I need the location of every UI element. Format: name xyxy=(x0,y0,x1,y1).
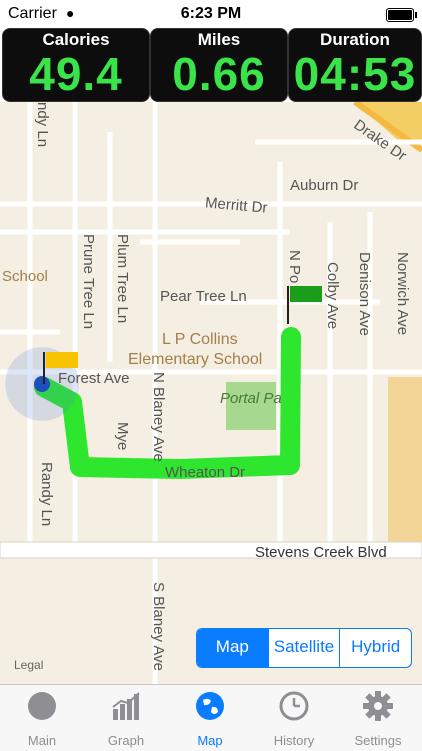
current-location-dot xyxy=(34,376,50,392)
tab-graph-label: Graph xyxy=(107,733,145,748)
street-plum-tree: Plum Tree Ln xyxy=(114,234,131,324)
finish-flag xyxy=(290,286,322,302)
street-prune-tree: Prune Tree Ln xyxy=(80,234,97,330)
graph-icon xyxy=(111,691,141,721)
street-forest: Forest Ave xyxy=(58,370,130,387)
school-left-label: School xyxy=(2,268,48,285)
tab-bar: Main Graph Map History Settings xyxy=(0,684,422,751)
map-type-map[interactable]: Map xyxy=(197,629,268,667)
street-colby: Colby Ave xyxy=(324,262,341,330)
tab-graph[interactable]: Graph xyxy=(84,685,168,751)
street-randy-top: ndy Ln xyxy=(34,102,51,148)
street-myers: Mye xyxy=(114,422,131,451)
street-norwich: Norwich Ave xyxy=(394,252,411,336)
clock-label: 6:23 PM xyxy=(180,5,242,22)
street-auburn: Auburn Dr xyxy=(290,177,359,194)
street-s-blaney: S Blaney Ave xyxy=(150,582,167,671)
clock-icon xyxy=(279,691,309,721)
duration-panel: Duration 04:53 xyxy=(288,28,422,102)
street-wheaton: Wheaton Dr xyxy=(165,464,246,481)
map-type-selector[interactable]: Map Satellite Hybrid xyxy=(196,628,412,668)
street-n-blaney: N Blaney Ave xyxy=(150,372,167,462)
map-type-hybrid[interactable]: Hybrid xyxy=(339,629,411,667)
map-canvas xyxy=(0,102,422,684)
globe-icon xyxy=(195,691,225,721)
street-n-po: N Po xyxy=(286,250,303,284)
map-view[interactable]: Drake Dr Auburn Dr Merritt Dr ndy Ln Pru… xyxy=(0,102,422,684)
tab-map[interactable]: Map xyxy=(168,685,252,751)
street-denison: Denison Ave xyxy=(356,252,373,336)
street-stevens-creek: Stevens Creek Blvd xyxy=(255,544,387,561)
gear-icon xyxy=(363,691,393,721)
tab-main[interactable]: Main xyxy=(0,685,84,751)
stats-header: Calories 49.4 Miles 0.66 Duration 04:53 xyxy=(0,28,422,102)
street-randy: Randy Ln xyxy=(38,462,55,527)
calories-value: 49.4 xyxy=(29,48,123,100)
calories-panel: Calories 49.4 xyxy=(2,28,150,102)
battery-icon xyxy=(386,8,417,22)
map-block xyxy=(388,377,422,557)
collins-label-2: Elementary School xyxy=(128,351,263,368)
street-pear-tree: Pear Tree Ln xyxy=(160,288,247,305)
tab-settings[interactable]: Settings xyxy=(336,685,420,751)
tab-main-label: Main xyxy=(27,733,57,748)
circle-icon xyxy=(27,691,57,721)
tab-history[interactable]: History xyxy=(252,685,336,751)
portal-park-label: Portal Pa xyxy=(220,390,282,407)
duration-value: 04:53 xyxy=(293,48,417,100)
tab-settings-label: Settings xyxy=(354,733,402,748)
miles-panel: Miles 0.66 xyxy=(150,28,288,102)
tab-history-label: History xyxy=(273,733,315,748)
legal-link[interactable]: Legal xyxy=(14,658,43,672)
start-flag xyxy=(46,352,78,368)
collins-label-1: L P Collins xyxy=(162,331,238,348)
tab-map-label: Map xyxy=(197,733,223,748)
miles-value: 0.66 xyxy=(172,48,266,100)
map-type-satellite[interactable]: Satellite xyxy=(267,629,340,667)
status-bar: Carrier ● 6:23 PM xyxy=(0,0,422,28)
